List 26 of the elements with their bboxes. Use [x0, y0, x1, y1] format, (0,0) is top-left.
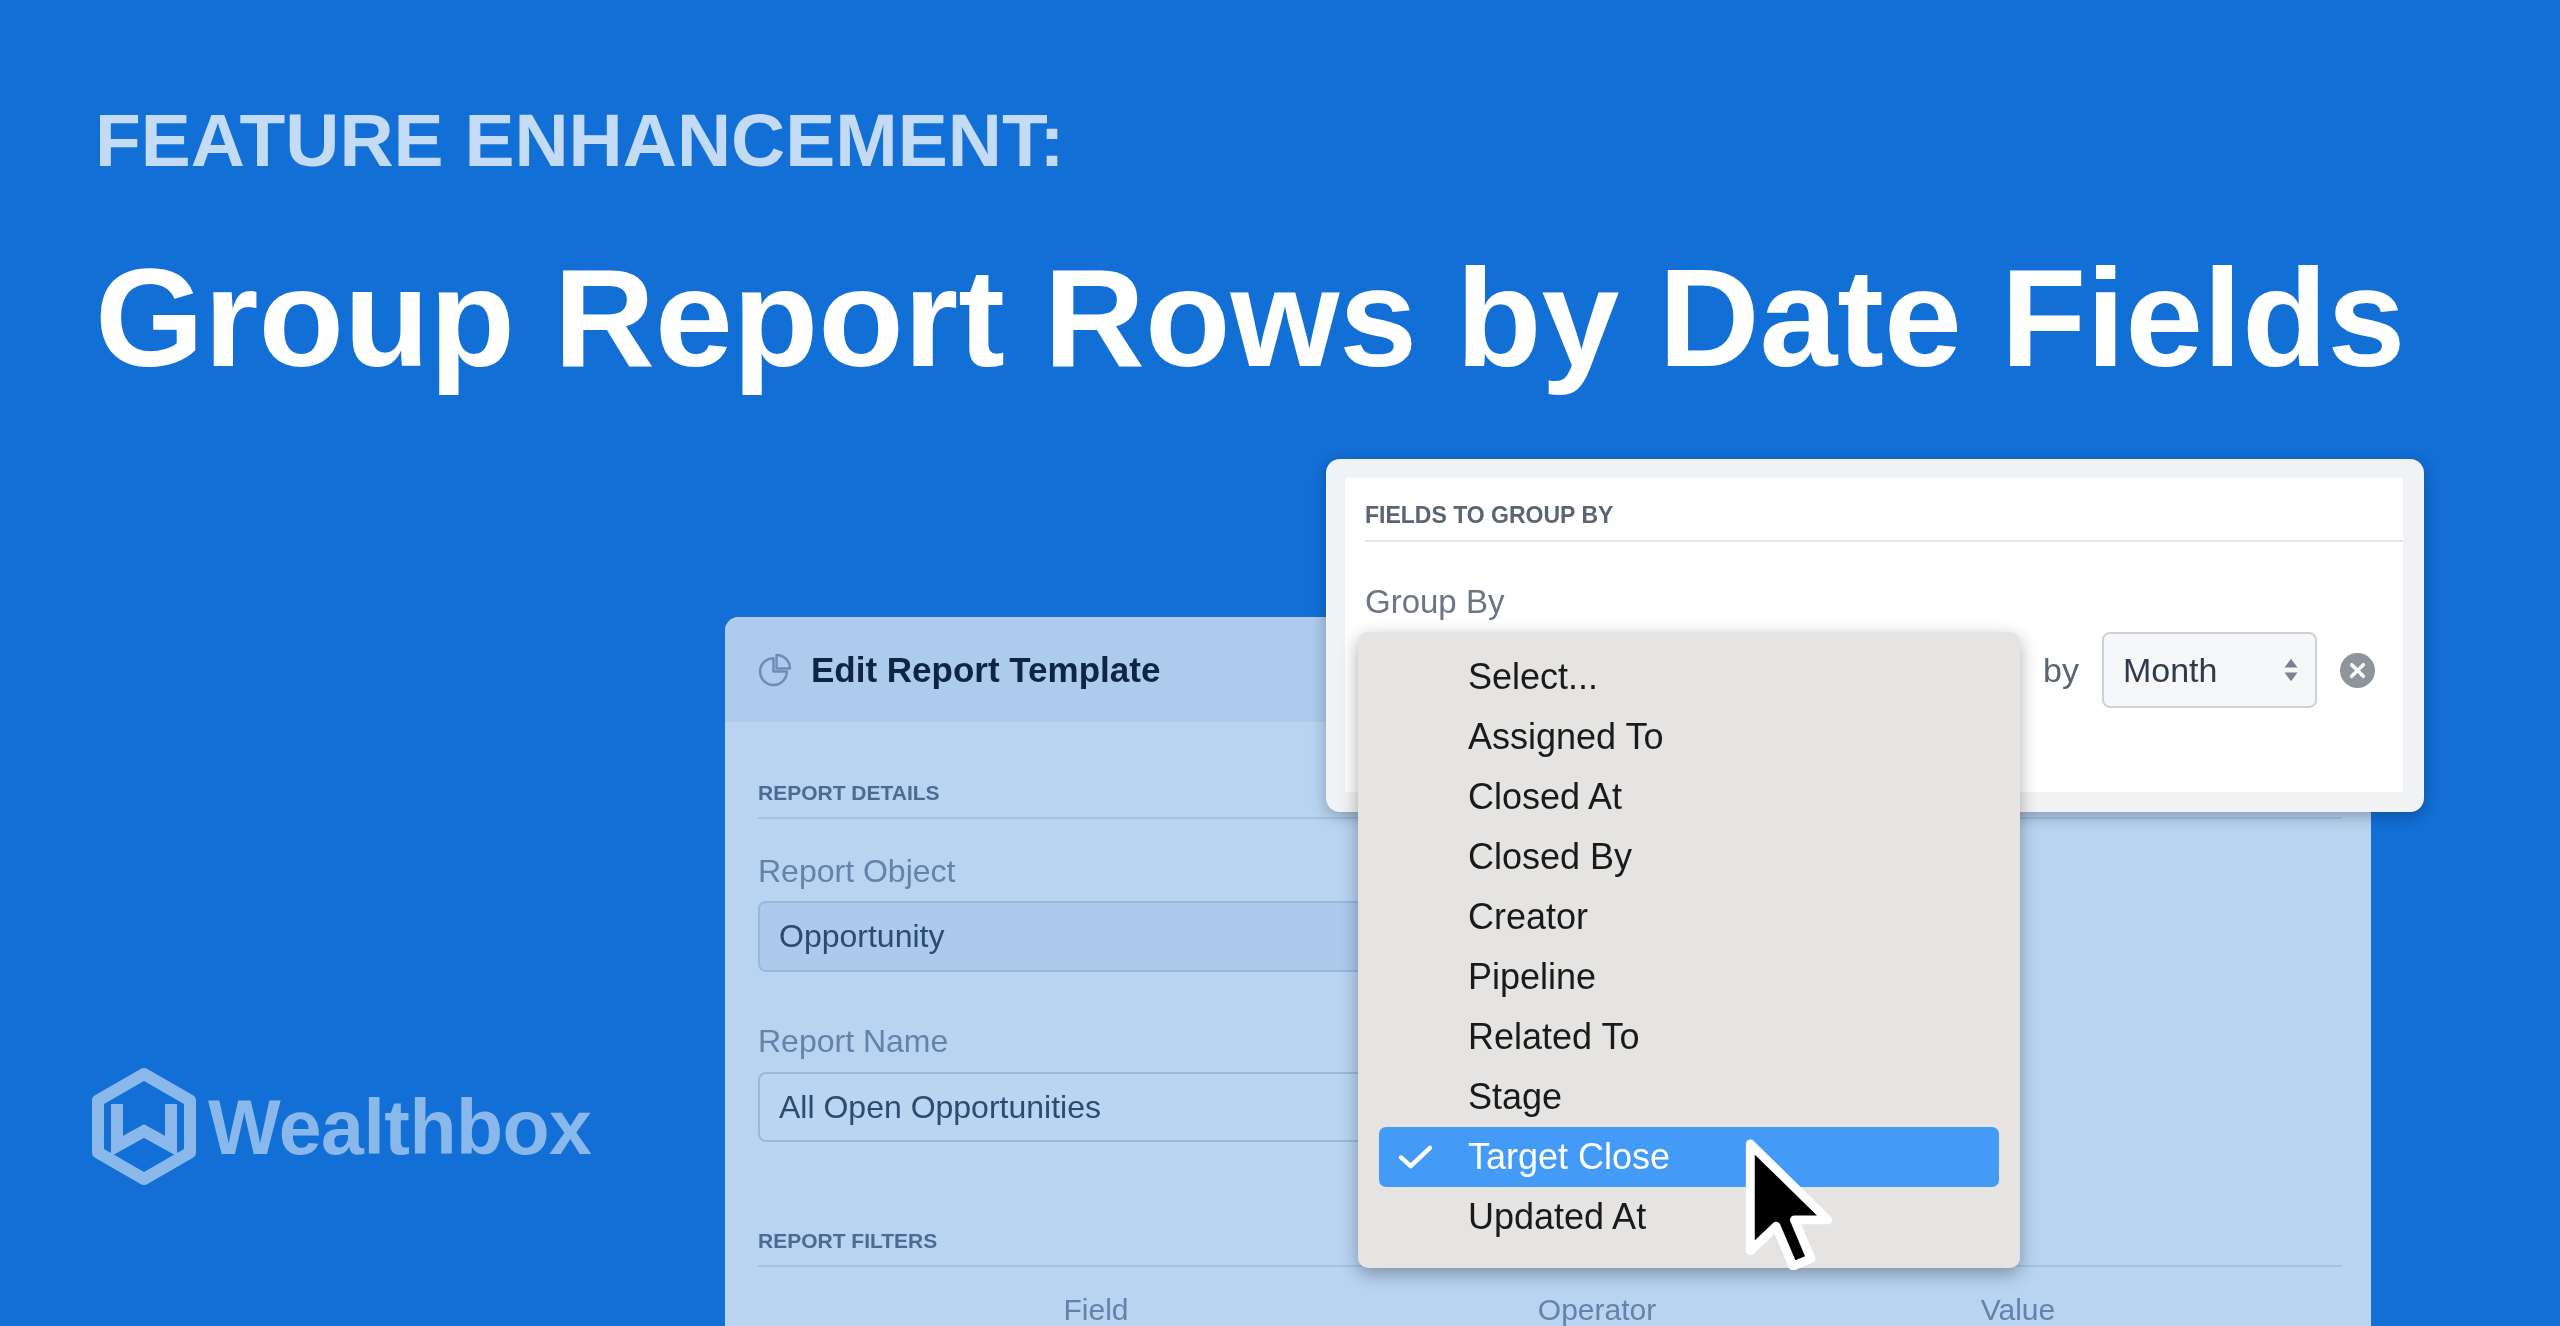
- hexagon-logo-icon: [92, 1068, 196, 1186]
- checkmark-icon: [1398, 1144, 1433, 1170]
- column-header: Operator: [1537, 1294, 1657, 1326]
- menu-option[interactable]: Updated At: [1379, 1187, 1999, 1247]
- section-heading: REPORT DETAILS: [758, 780, 940, 805]
- section-heading: REPORT FILTERS: [758, 1228, 938, 1253]
- field-label: Report Name: [758, 1022, 949, 1060]
- interval-select[interactable]: Month: [2101, 632, 2317, 708]
- logo-wordmark: Wealthbox: [208, 1082, 592, 1172]
- field-label: Group By: [1365, 582, 1505, 622]
- section-heading: FIELDS TO GROUP BY: [1365, 501, 1614, 529]
- menu-option[interactable]: Closed By: [1379, 827, 1999, 887]
- connector-label: by: [2043, 649, 2079, 691]
- eyebrow-heading: FEATURE ENHANCEMENT:: [95, 97, 1065, 184]
- pie-chart-icon: [758, 652, 792, 687]
- card-title: Edit Report Template: [811, 648, 1161, 691]
- menu-option[interactable]: Select...: [1379, 647, 1999, 707]
- menu-option[interactable]: Related To: [1379, 1007, 1999, 1067]
- menu-option[interactable]: Closed At: [1379, 767, 1999, 827]
- up-down-caret-icon: [2282, 657, 2299, 683]
- headline: Group Report Rows by Date Fields: [95, 238, 2406, 399]
- column-header: Field: [1063, 1294, 1129, 1326]
- menu-option[interactable]: Assigned To: [1379, 707, 1999, 767]
- column-header: Value: [1980, 1294, 2056, 1326]
- field-label: Report Object: [758, 852, 956, 890]
- close-icon[interactable]: [2339, 652, 2375, 688]
